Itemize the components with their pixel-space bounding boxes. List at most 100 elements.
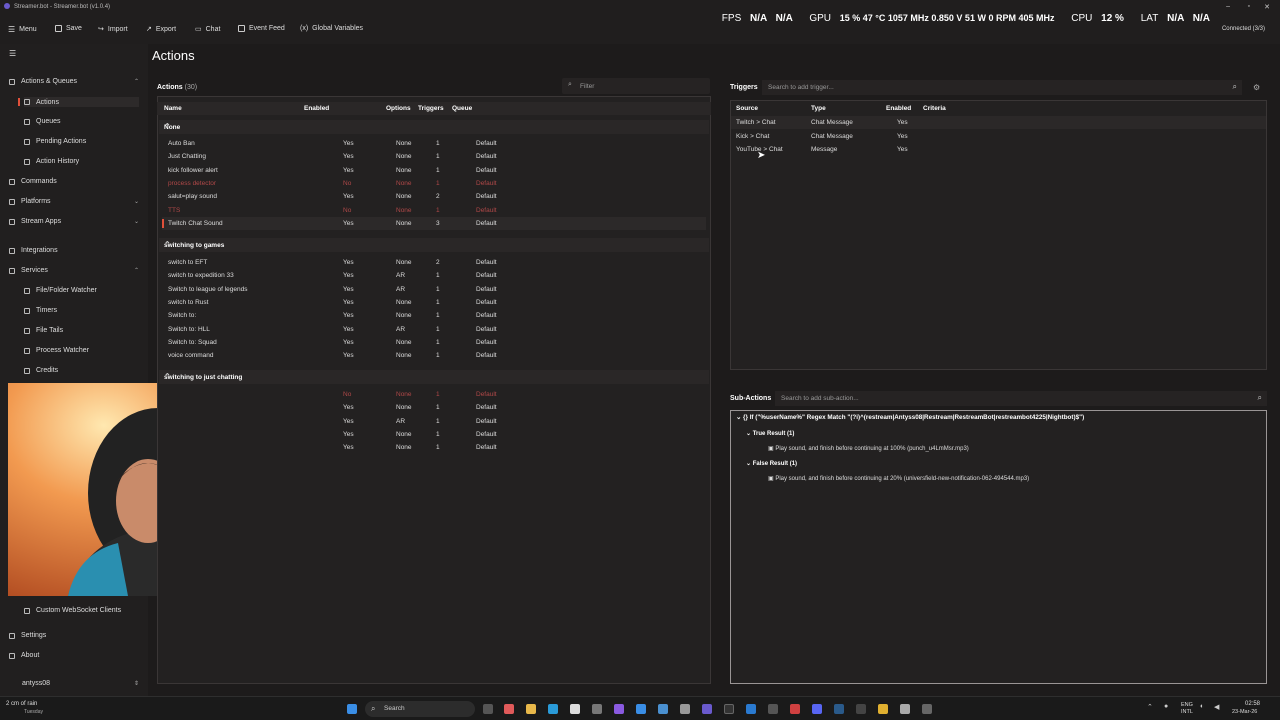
action-row[interactable]: Yes None 1 Default [162,428,706,441]
app-icon-12[interactable] [900,704,910,714]
sidebar-item-services[interactable]: Services ⌃ [9,267,139,274]
action-group[interactable]: None ⌃ [159,120,709,134]
col-enabled[interactable]: Enabled [304,105,329,112]
sidebar-item-actions[interactable]: Actions [18,97,139,107]
sidebar-item-actions-queues[interactable]: Actions & Queues ⌃ [9,78,139,85]
app-icon-10[interactable] [768,704,778,714]
chevron-up-icon[interactable]: ⌃ [164,372,703,381]
taskbar-search[interactable]: ⌕ Search [365,701,475,717]
edge-icon[interactable] [548,704,558,714]
app-icon-4[interactable] [614,704,624,714]
col-type[interactable]: Type [811,105,826,112]
action-row[interactable]: Switch to: Squad Yes None 1 Default [162,336,706,349]
close-icon[interactable]: ✕ [1264,3,1270,11]
trigger-search-input[interactable]: Search to add trigger... ⌕ [762,80,1242,95]
chrome-icon[interactable] [878,704,888,714]
action-group[interactable]: switching to games ⌃ [159,238,709,252]
sidebar-item-integrations[interactable]: Integrations [9,247,139,254]
language[interactable]: ENG [1181,702,1193,708]
sidebar-item-platforms[interactable]: Platforms ⌄ [9,198,139,205]
action-row[interactable]: kick follower alert Yes None 1 Default [162,164,706,177]
filter-input[interactable]: ⌕ Filter [562,78,710,94]
app-icon-8[interactable] [724,704,734,714]
action-row[interactable]: Switch to: Yes None 1 Default [162,309,706,322]
hamburger-icon[interactable]: ☰ [9,49,16,58]
steam-icon[interactable] [834,704,844,714]
volume-icon[interactable]: ◀ [1214,703,1219,711]
obs-icon[interactable] [856,704,866,714]
sidebar-item-credits[interactable]: Credits [24,367,139,374]
subaction-search-input[interactable]: Search to add sub-action... ⌕ [775,391,1267,406]
sidebar-item-websocket-clients[interactable]: Custom WebSocket Clients [24,607,139,614]
user-selector[interactable]: antyss08 ⇕ [22,680,139,687]
col-criteria[interactable]: Criteria [923,105,946,112]
action-row[interactable]: Switch to league of legends Yes AR 1 Default [162,283,706,296]
clock-date[interactable]: 23-Mar-26 [1232,709,1257,715]
network-icon[interactable]: ◐ [1200,703,1204,710]
save-button[interactable]: Save [55,25,82,32]
trigger-row[interactable]: Kick > Chat Chat Message Yes [731,130,1266,143]
sidebar-item-process-watcher[interactable]: Process Watcher [24,347,139,354]
minimize-icon[interactable]: – [1226,3,1230,10]
task-view-icon[interactable] [483,704,493,714]
chevron-up-icon[interactable]: ⌃ [164,240,703,249]
app-icon-6[interactable] [658,704,668,714]
action-row[interactable]: voice command Yes None 1 Default [162,349,706,362]
app-icon-3[interactable] [592,704,602,714]
action-row[interactable]: switch to EFT Yes None 2 Default [162,256,706,269]
language-layout[interactable]: INTL [1181,709,1193,715]
app-icon-7[interactable] [680,704,690,714]
search-icon[interactable]: ⌕ [1258,393,1262,403]
clock-time[interactable]: 02:58 [1245,701,1260,707]
menu-button[interactable]: ☰ Menu [8,25,37,34]
action-row[interactable]: TTS No None 1 Default [162,204,706,217]
settings-icon[interactable]: ⚙ [1253,83,1260,92]
app-icon-5[interactable] [636,704,646,714]
col-trigger-enabled[interactable]: Enabled [886,105,911,112]
app-icon-11[interactable] [790,704,800,714]
app-icon-13[interactable] [922,704,932,714]
col-source[interactable]: Source [736,105,758,112]
app-icon-1[interactable] [504,704,514,714]
sidebar-item-action-history[interactable]: Action History [24,158,139,165]
sidebar-item-settings[interactable]: Settings [9,632,139,639]
action-row[interactable]: process detector No None 1 Default [162,177,706,190]
col-name[interactable]: Name [164,105,182,112]
maximize-icon[interactable]: ▫ [1248,3,1250,10]
trigger-row[interactable]: YouTube > Chat Message Yes [731,143,1266,156]
true-result[interactable]: ⌄ True Result (1) [746,430,794,437]
action-row[interactable]: Yes None 1 Default [162,401,706,414]
if-subaction[interactable]: ⌄ {} If ("%userName%" Regex Match "(?i)^… [736,414,1084,421]
sidebar-item-file-tails[interactable]: File Tails [24,327,139,334]
sidebar-item-file-watcher[interactable]: File/Folder Watcher [24,287,139,294]
app-icon-2[interactable] [570,704,580,714]
action-group[interactable]: switching to just chatting ⌃ [159,370,709,384]
start-icon[interactable] [347,704,357,714]
discord-icon[interactable] [812,704,822,714]
action-row[interactable]: Auto Ban Yes None 1 Default [162,137,706,150]
sidebar-item-commands[interactable]: Commands [9,178,139,185]
col-queue[interactable]: Queue [452,105,472,112]
col-options[interactable]: Options [386,105,411,112]
col-triggers[interactable]: Triggers [418,105,444,112]
folder-icon[interactable] [526,704,536,714]
chat-button[interactable]: ▭ Chat [195,25,220,34]
action-row[interactable]: Yes AR 1 Default [162,415,706,428]
action-row[interactable]: Switch to: HLL Yes AR 1 Default [162,323,706,336]
streamerbot-icon[interactable] [702,704,712,714]
sidebar-item-about[interactable]: About [9,652,139,659]
action-row[interactable]: salut=play sound Yes None 2 Default [162,190,706,203]
sidebar-item-queues[interactable]: Queues [24,118,139,125]
global-variables-button[interactable]: (x) Global Variables [300,25,363,32]
action-row[interactable]: switch to expedition 33 Yes AR 1 Default [162,269,706,282]
action-row[interactable]: Twitch Chat Sound Yes None 3 Default [162,216,706,230]
chevron-up-icon[interactable]: ⌃ [164,122,703,131]
sidebar-item-pending-actions[interactable]: Pending Actions [24,138,139,145]
microphone-icon[interactable]: ● [1164,703,1168,710]
sidebar-item-timers[interactable]: Timers [24,307,139,314]
sidebar-item-stream-apps[interactable]: Stream Apps ⌄ [9,218,139,225]
export-button[interactable]: ↗ Export [146,25,176,34]
action-row[interactable]: Just Chatting Yes None 1 Default [162,150,706,163]
false-result[interactable]: ⌄ False Result (1) [746,460,797,467]
false-subaction-item[interactable]: ▣ Play sound, and finish before continui… [768,475,1029,482]
